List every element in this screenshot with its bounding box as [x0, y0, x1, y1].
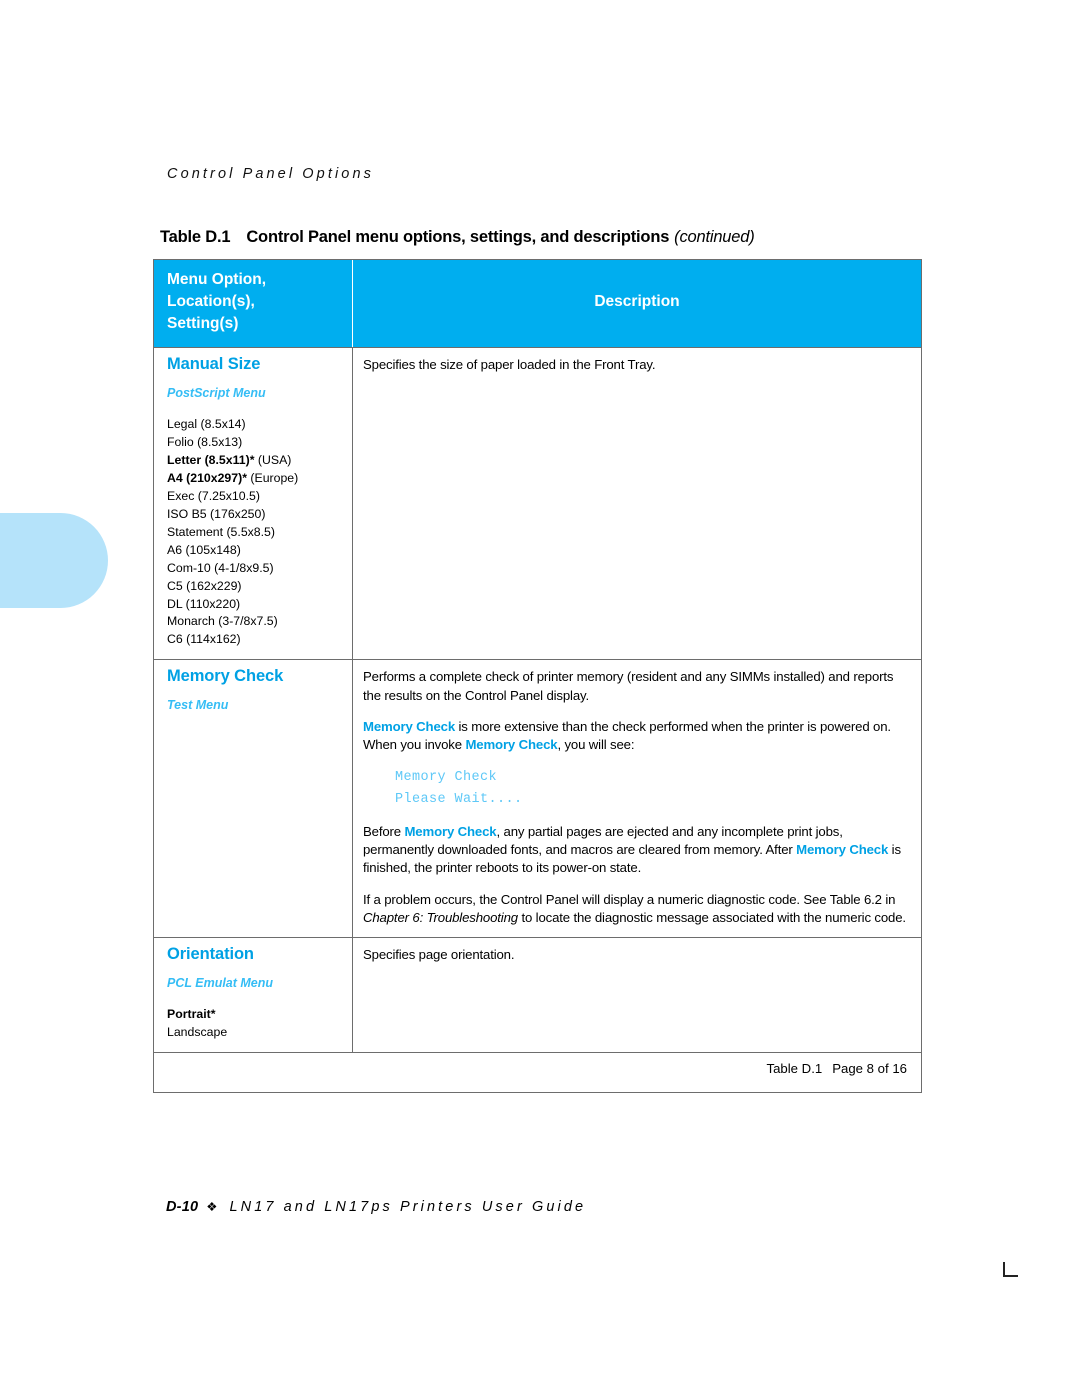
setting-item: Landscape — [167, 1024, 228, 1039]
control-panel-options-table: Menu Option, Location(s), Setting(s) Des… — [153, 259, 922, 1093]
table-row: Manual Size PostScript Menu Legal (8.5x1… — [154, 347, 921, 660]
table-caption: Table D.1 Control Panel menu options, set… — [160, 228, 755, 247]
table-footer-row: Table D.1 Page 8 of 16 — [154, 1051, 921, 1092]
description-paragraph: If a problem occurs, the Control Panel w… — [363, 891, 909, 927]
document-title: LN17 and LN17ps Printers User Guide — [229, 1199, 587, 1215]
inline-text: Before — [363, 823, 405, 839]
setting-default-label: Letter (8.5x11)* — [167, 452, 255, 467]
option-title: Memory Check — [167, 667, 284, 686]
setting-item: A6 (105x148) — [167, 542, 241, 557]
inline-text: If a problem occurs, the Control Panel w… — [363, 891, 896, 907]
cell-option-memory-check: Memory Check Test Menu — [154, 660, 353, 938]
table-header-cell-description: Description — [353, 260, 921, 347]
page-number: D-10 — [166, 1199, 199, 1215]
setting-item: ISO B5 (176x250) — [167, 506, 266, 521]
crop-mark-icon — [1003, 1262, 1018, 1277]
setting-item: Exec (7.25x10.5) — [167, 488, 260, 503]
page-footer: D-10 ❖ LN17 and LN17ps Printers User Guide — [166, 1199, 586, 1215]
option-menu-location: Test Menu — [167, 698, 229, 713]
setting-item: Legal (8.5x14) — [167, 417, 246, 431]
cell-option-orientation: Orientation PCL Emulat Menu Portrait* La… — [154, 938, 353, 1052]
inline-menu-name: Memory Check — [796, 842, 889, 858]
lcd-line: Memory Check — [395, 770, 498, 786]
cell-description-orientation: Specifies page orientation. — [353, 938, 921, 1052]
table-header-line-3: Setting(s) — [167, 315, 239, 332]
table-row: Orientation PCL Emulat Menu Portrait* La… — [154, 937, 921, 1052]
option-menu-location: PCL Emulat Menu — [167, 976, 274, 991]
description-paragraph: Specifies page orientation. — [363, 947, 515, 963]
table-row: Memory Check Test Menu Performs a comple… — [154, 659, 921, 938]
setting-item: Statement (5.5x8.5) — [167, 524, 275, 539]
table-header-row: Menu Option, Location(s), Setting(s) Des… — [154, 259, 921, 347]
setting-region-label: (USA) — [254, 452, 292, 467]
setting-item: Com-10 (4-1/8x9.5) — [167, 560, 274, 575]
table-caption-text: Control Panel menu options, settings, an… — [246, 228, 670, 246]
setting-item: Monarch (3-7/8x7.5) — [167, 614, 278, 629]
table-header-line-1: Menu Option, — [167, 271, 267, 288]
diamond-icon: ❖ — [206, 1200, 218, 1214]
cell-option-manual-size: Manual Size PostScript Menu Legal (8.5x1… — [154, 348, 353, 660]
setting-item: Folio (8.5x13) — [167, 434, 243, 449]
option-settings-list: Legal (8.5x14) Folio (8.5x13) Letter (8.… — [167, 416, 342, 649]
option-title: Manual Size — [167, 355, 261, 373]
table-header-line-2: Location(s), — [167, 293, 255, 310]
table-footer-page: Page 8 of 16 — [832, 1060, 907, 1076]
table-header-cell-menu-option: Menu Option, Location(s), Setting(s) — [154, 260, 353, 347]
setting-region-label: (Europe) — [246, 470, 299, 485]
inline-cross-reference: Chapter 6: Troubleshooting — [363, 909, 518, 925]
option-settings-list: Portrait* Landscape — [167, 1006, 342, 1042]
table-caption-number: Table D.1 — [160, 228, 231, 246]
setting-item: Letter (8.5x11)* (USA) — [167, 452, 342, 470]
setting-item: C5 (162x229) — [167, 578, 242, 593]
left-margin-thumb-tab — [0, 513, 108, 608]
setting-default-label: A4 (210x297)* — [167, 470, 247, 485]
description-paragraph: Before Memory Check, any partial pages a… — [363, 823, 909, 878]
option-menu-location: PostScript Menu — [167, 386, 266, 400]
setting-default-label: Portrait* — [167, 1007, 216, 1022]
inline-menu-name: Memory Check — [465, 737, 558, 753]
inline-text: to locate the diagnostic message associa… — [517, 909, 906, 925]
table-footer-label: Table D.1 — [766, 1060, 823, 1076]
description-paragraph: Specifies the size of paper loaded in th… — [363, 357, 656, 372]
cell-description-memory-check: Performs a complete check of printer mem… — [353, 660, 921, 937]
lcd-display-sample: Memory Check Please Wait.... — [395, 767, 909, 810]
setting-item: DL (110x220) — [167, 596, 241, 611]
table-caption-continued: (continued) — [674, 228, 755, 246]
cell-description-manual-size: Specifies the size of paper loaded in th… — [353, 348, 921, 659]
option-title: Orientation — [167, 945, 254, 964]
lcd-line: Please Wait.... — [395, 791, 523, 807]
setting-item: C6 (114x162) — [167, 632, 241, 647]
setting-item: A4 (210x297)* (Europe) — [167, 470, 342, 488]
description-paragraph: Memory Check is more extensive than the … — [363, 718, 909, 754]
inline-menu-name: Memory Check — [363, 718, 456, 734]
inline-text: , you will see: — [557, 737, 635, 753]
running-head: Control Panel Options — [167, 166, 374, 182]
description-paragraph: Performs a complete check of printer mem… — [363, 669, 894, 703]
inline-menu-name: Memory Check — [404, 823, 497, 839]
